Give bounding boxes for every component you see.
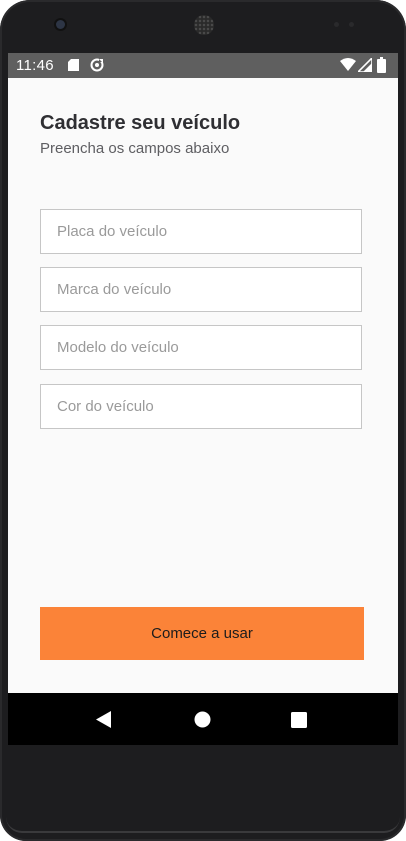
battery-icon: [377, 57, 386, 73]
page-subtitle: Preencha os campos abaixo: [40, 140, 230, 157]
wifi-icon: [340, 58, 356, 71]
vehicle-brand-input[interactable]: [40, 267, 362, 312]
vehicle-model-input[interactable]: [40, 325, 362, 370]
page-title: Cadastre seu veículo: [40, 112, 241, 134]
recents-icon[interactable]: [291, 712, 307, 728]
phone-frame: 11:46 Cadastre seu veículo Preencha os c…: [0, 0, 406, 841]
proximity-sensor: [334, 22, 339, 27]
earpiece-speaker: [194, 15, 214, 35]
app-screen: 11:46 Cadastre seu veículo Preencha os c…: [8, 53, 398, 745]
navigation-bar: [8, 693, 398, 745]
device-bottom-edge: [6, 817, 400, 833]
status-bar: 11:46: [8, 53, 398, 78]
sync-icon: [90, 58, 104, 72]
status-time: 11:46: [16, 57, 54, 74]
signal-icon: [358, 58, 372, 72]
light-sensor: [349, 22, 354, 27]
start-button[interactable]: Comece a usar: [40, 607, 364, 660]
vehicle-color-input[interactable]: [40, 384, 362, 429]
license-plate-input[interactable]: [40, 209, 362, 254]
home-icon[interactable]: [194, 711, 211, 728]
back-icon[interactable]: [95, 711, 113, 728]
sd-card-icon: [68, 59, 79, 71]
front-camera: [56, 20, 65, 29]
